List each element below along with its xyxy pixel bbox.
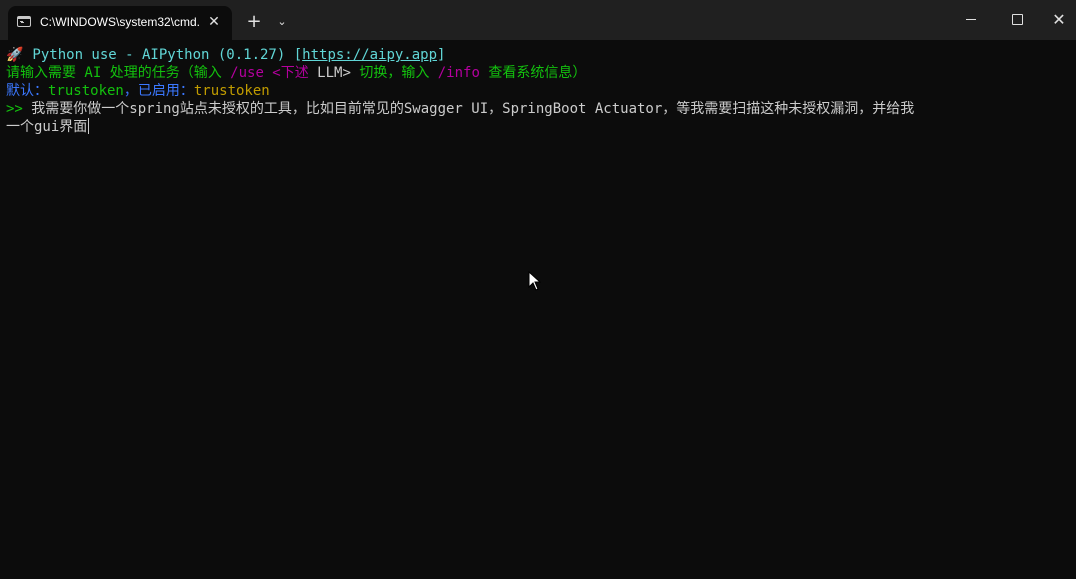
banner-close-bracket: ] <box>437 47 446 63</box>
title-bar: C:\WINDOWS\system32\cmd. ✕ + ⌄ ✕ <box>0 0 1076 40</box>
close-window-button[interactable]: ✕ <box>1036 0 1076 40</box>
tab-title: C:\WINDOWS\system32\cmd. <box>40 15 201 29</box>
input-prompt: >> <box>6 101 23 117</box>
rocket-icon: 🚀 <box>6 47 24 63</box>
instruction-part2: 切换，输入 <box>350 65 438 81</box>
terminal-icon <box>17 16 31 27</box>
minimize-icon <box>966 19 976 20</box>
terminal-output[interactable]: 🚀 Python use - AIPython (0.1.27) [https:… <box>0 40 1076 579</box>
terminal-window: C:\WINDOWS\system32\cmd. ✕ + ⌄ ✕ 🚀 Pytho… <box>0 0 1076 579</box>
aipy-link[interactable]: https://aipy.app <box>302 47 437 63</box>
minimize-button[interactable] <box>948 0 994 40</box>
close-icon: ✕ <box>1052 10 1066 29</box>
enabled-value: trustoken <box>193 83 270 99</box>
mouse-pointer-icon <box>528 271 542 291</box>
user-input-text-2[interactable]: 一个gui界面 <box>6 119 87 135</box>
enabled-label: ，已启用： <box>123 83 194 99</box>
input-line-2[interactable]: 一个gui界面 <box>6 118 1076 136</box>
instruction-part3: 查看系统信息） <box>479 65 587 81</box>
tab-cmd[interactable]: C:\WINDOWS\system32\cmd. ✕ <box>8 6 232 40</box>
maximize-icon <box>1012 14 1023 25</box>
use-command: /use <下述 <box>230 65 309 81</box>
maximize-button[interactable] <box>994 0 1040 40</box>
instruction-line: 请输入需要 AI 处理的任务（输入 /use <下述 LLM> 切换，输入 /i… <box>6 64 1076 82</box>
instruction-part1: 请输入需要 AI 处理的任务（输入 <box>6 65 231 81</box>
default-label: 默认： <box>6 83 48 99</box>
text-cursor <box>88 118 90 134</box>
input-line-1[interactable]: >> 我需要你做一个spring站点未授权的工具，比如目前常见的Swagger … <box>6 100 1076 118</box>
banner-line: 🚀 Python use - AIPython (0.1.27) [https:… <box>6 46 1076 64</box>
banner-text: Python use - AIPython (0.1.27) [ <box>24 47 303 63</box>
user-input-text-1[interactable]: 我需要你做一个spring站点未授权的工具，比如目前常见的Swagger UI，… <box>23 101 914 117</box>
dropdown-chevron-icon[interactable]: ⌄ <box>268 8 296 36</box>
new-tab-button[interactable]: + <box>240 8 268 36</box>
default-line: 默认：trustoken，已启用：trustoken <box>6 82 1076 100</box>
llm-label: LLM> <box>308 65 351 81</box>
info-command: /info <box>437 65 480 81</box>
default-value: trustoken <box>48 83 124 99</box>
tab-close-icon[interactable]: ✕ <box>204 12 224 32</box>
